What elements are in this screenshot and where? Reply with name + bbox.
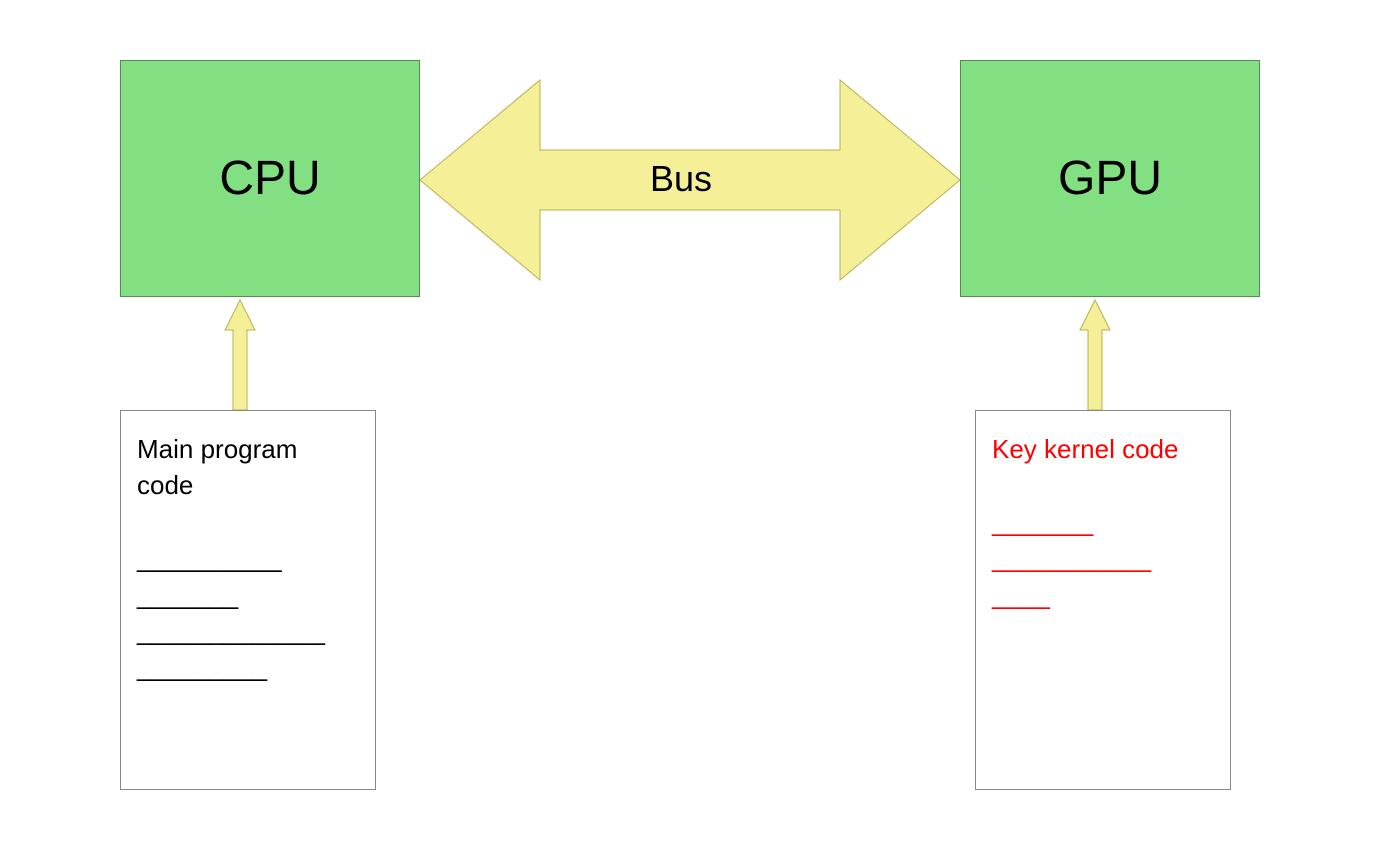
main-program-title: Main program code	[137, 431, 359, 504]
main-program-line: _______	[137, 577, 359, 613]
kernel-title: Key kernel code	[992, 431, 1214, 467]
kernel-line: _______	[992, 504, 1214, 540]
kernel-line: ___________	[992, 540, 1214, 576]
kernel-code-box: Key kernel code _______ ___________ ____	[975, 410, 1231, 790]
main-program-box: Main program code __________ _______ ___…	[120, 410, 376, 790]
main-program-line: _____________	[137, 613, 359, 649]
kernel-line: ____	[992, 577, 1214, 613]
main-program-line: _________	[137, 649, 359, 685]
main-program-line: __________	[137, 540, 359, 576]
